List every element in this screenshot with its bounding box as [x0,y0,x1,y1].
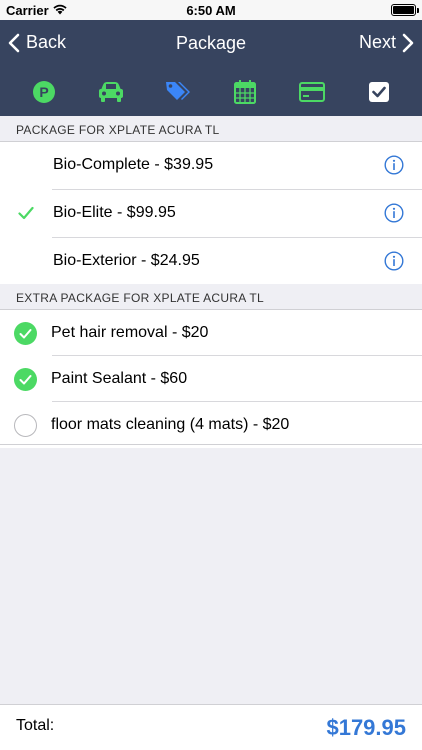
extra-label: floor mats cleaning (4 mats) - $20 [51,416,290,433]
next-label: Next [358,32,396,52]
calendar-icon [233,80,256,104]
package-section-header: PACKAGE FOR XPLATE ACURA TL [0,116,422,142]
extra-option-pet-hair[interactable]: Pet hair removal - $20 [0,310,422,356]
step-parking[interactable]: P [24,72,64,112]
status-time: 6:50 AM [186,3,236,18]
chevron-right-icon [402,33,414,52]
package-label: Bio-Elite - $99.95 [53,204,176,221]
unchecked-circle-icon[interactable] [14,414,37,437]
extra-option-paint-sealant[interactable]: Paint Sealant - $60 [0,356,422,402]
checked-circle-icon[interactable] [14,368,37,391]
extra-option-floor-mats[interactable]: floor mats cleaning (4 mats) - $20 [0,402,422,448]
checked-circle-icon[interactable] [14,322,37,345]
step-package[interactable] [158,72,198,112]
list-divider [0,444,422,445]
next-button[interactable]: Next [359,32,414,53]
extra-list: Pet hair removal - $20 Paint Sealant - $… [0,310,422,448]
step-vehicle[interactable] [91,72,131,112]
step-confirm[interactable] [359,72,399,112]
package-label: Bio-Exterior - $24.95 [53,252,200,269]
svg-text:P: P [39,84,48,100]
car-icon [98,82,123,102]
credit-card-icon [298,82,325,102]
total-label: Total: [16,717,55,734]
package-list: Bio-Complete - $39.95 Bio-Elite - $99.95… [0,142,422,286]
checkbox-icon [368,82,389,102]
extra-section-header: EXTRA PACKAGE FOR XPLATE ACURA TL [0,284,422,310]
tags-icon [165,82,190,100]
checkmark-icon [18,206,34,220]
battery-icon [391,4,419,16]
package-label: Bio-Complete - $39.95 [53,156,214,173]
status-bar: Carrier 6:50 AM [0,0,422,20]
parking-icon: P [32,81,55,103]
navigation-bar: Back Package Next [0,20,422,68]
total-value: $179.95 [326,715,406,740]
package-option-bio-complete[interactable]: Bio-Complete - $39.95 [0,142,422,190]
total-footer: Total: $179.95 [0,704,422,750]
package-option-bio-elite[interactable]: Bio-Elite - $99.95 [0,190,422,238]
extra-label: Pet hair removal - $20 [51,324,209,341]
extra-label: Paint Sealant - $60 [51,370,188,387]
step-payment[interactable] [292,72,332,112]
info-icon[interactable] [384,203,404,223]
info-icon[interactable] [384,155,404,175]
info-icon[interactable] [384,251,404,271]
step-schedule[interactable] [225,72,265,112]
step-tabs: P [0,68,422,116]
package-option-bio-exterior[interactable]: Bio-Exterior - $24.95 [0,238,422,286]
